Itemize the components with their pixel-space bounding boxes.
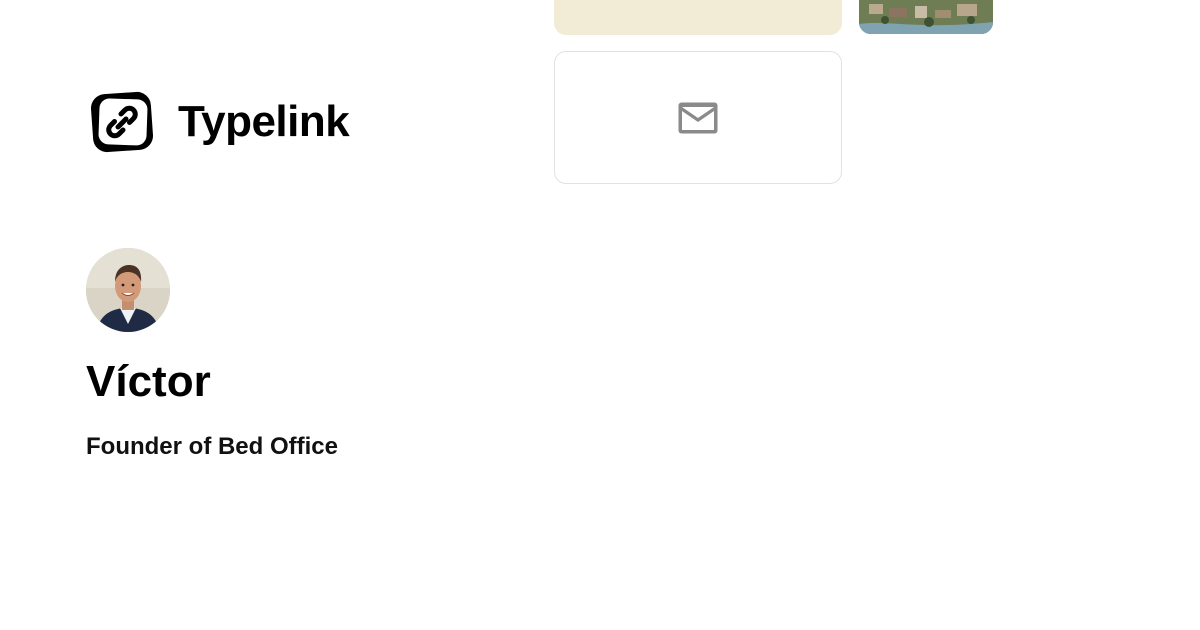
avatar (86, 248, 170, 332)
aerial-photo (859, 0, 993, 34)
profile-bio: Founder of Bed Office (86, 433, 338, 460)
brand[interactable]: Typelink (88, 90, 350, 154)
profile-name: Víctor (86, 357, 211, 406)
image-card[interactable] (859, 0, 993, 34)
profile-page: Typelink Víctor Founder of Bed Office (0, 0, 1200, 630)
chain-link-icon (88, 90, 156, 154)
mail-icon (677, 101, 719, 135)
mail-link-card[interactable] (554, 51, 842, 184)
color-card[interactable] (554, 0, 842, 35)
brand-name: Typelink (178, 97, 350, 146)
